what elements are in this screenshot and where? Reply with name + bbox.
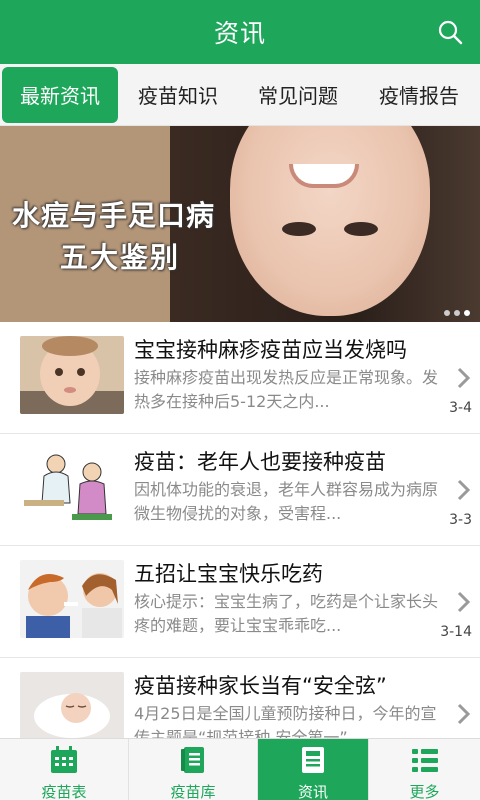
news-icon <box>298 745 328 779</box>
tab-label: 疫情报告 <box>379 84 459 108</box>
article-title: 五招让宝宝快乐吃药 <box>134 562 323 586</box>
chevron-right-icon <box>456 366 472 390</box>
chevron-right-icon <box>456 590 472 614</box>
banner-caption-line1: 水痘与手足口病 <box>12 199 216 232</box>
baby-photo-thumbnail <box>20 336 124 414</box>
elderly-vaccination-thumbnail <box>20 448 124 526</box>
book-icon <box>178 745 208 779</box>
tab-vaccine-knowledge[interactable]: 疫苗知识 <box>118 67 238 123</box>
chevron-right-icon <box>456 702 472 726</box>
tab-epidemic-report[interactable]: 疫情报告 <box>358 67 480 123</box>
nav-news[interactable]: 资讯 <box>258 739 369 800</box>
article-title: 宝宝接种麻疹疫苗应当发烧吗 <box>134 338 407 362</box>
category-tabs: 最新资讯 疫苗知识 常见问题 疫情报告 <box>0 64 480 126</box>
child-medicine-thumbnail <box>20 560 124 638</box>
article-item[interactable]: 疫苗：老年人也要接种疫苗 因机体功能的衰退，老年人群容易成为病原微生物侵扰的对象… <box>0 434 480 546</box>
tab-label: 疫苗知识 <box>138 84 218 108</box>
nav-more[interactable]: 更多 <box>369 739 480 800</box>
article-item[interactable]: 五招让宝宝快乐吃药 核心提示：宝宝生病了，吃药是个让家长头疼的难题，要让宝宝乖乖… <box>0 546 480 658</box>
tab-label: 常见问题 <box>258 84 338 108</box>
article-summary: 核心提示：宝宝生病了，吃药是个让家长头疼的难题，要让宝宝乖乖吃... <box>134 592 439 635</box>
tab-label: 最新资讯 <box>20 84 100 108</box>
banner-caption-line2: 五大鉴别 <box>60 241 181 274</box>
banner-eye-right <box>344 222 378 236</box>
banner-eye-left <box>282 222 316 236</box>
nav-vaccine-schedule[interactable]: 疫苗表 <box>0 739 129 800</box>
article-title: 疫苗：老年人也要接种疫苗 <box>134 450 386 474</box>
nav-vaccine-library[interactable]: 疫苗库 <box>129 739 258 800</box>
nav-label: 疫苗库 <box>170 783 216 800</box>
search-icon[interactable] <box>432 14 468 50</box>
article-date: 3-3 <box>449 512 472 528</box>
nav-label: 疫苗表 <box>41 783 87 800</box>
chevron-right-icon <box>456 478 472 502</box>
article-item[interactable]: 宝宝接种麻疹疫苗应当发烧吗 接种麻疹疫苗出现发热反应是正常现象。发热多在接种后5… <box>0 322 480 434</box>
more-list-icon <box>410 745 440 779</box>
tab-faq[interactable]: 常见问题 <box>238 67 358 123</box>
page-dot <box>444 310 450 316</box>
article-list: 宝宝接种麻疹疫苗应当发烧吗 接种麻疹疫苗出现发热反应是正常现象。发热多在接种后5… <box>0 322 480 770</box>
top-app-bar: 资讯 <box>0 0 480 64</box>
article-summary: 因机体功能的衰退，老年人群容易成为病原微生物侵扰的对象，受害程... <box>134 480 439 523</box>
article-summary: 接种麻疹疫苗出现发热反应是正常现象。发热多在接种后5-12天之内... <box>134 368 439 411</box>
app-root: 资讯 最新资讯 疫苗知识 常见问题 疫情报告 水痘与手足口病 五大鉴别 宝宝接种… <box>0 0 480 800</box>
featured-banner[interactable]: 水痘与手足口病 五大鉴别 <box>0 126 480 322</box>
banner-page-indicator <box>444 310 470 316</box>
bottom-navigation: 疫苗表 疫苗库 资讯 更多 <box>0 738 480 800</box>
tab-latest-news[interactable]: 最新资讯 <box>2 66 118 123</box>
article-date: 3-14 <box>440 624 472 640</box>
article-date: 3-4 <box>449 400 472 416</box>
page-title: 资讯 <box>213 19 266 48</box>
page-dot <box>454 310 460 316</box>
calendar-icon <box>49 745 79 779</box>
page-dot-active <box>464 310 470 316</box>
nav-label: 更多 <box>409 783 440 800</box>
nav-label: 资讯 <box>297 783 328 800</box>
article-title: 疫苗接种家长当有“安全弦” <box>134 674 387 698</box>
